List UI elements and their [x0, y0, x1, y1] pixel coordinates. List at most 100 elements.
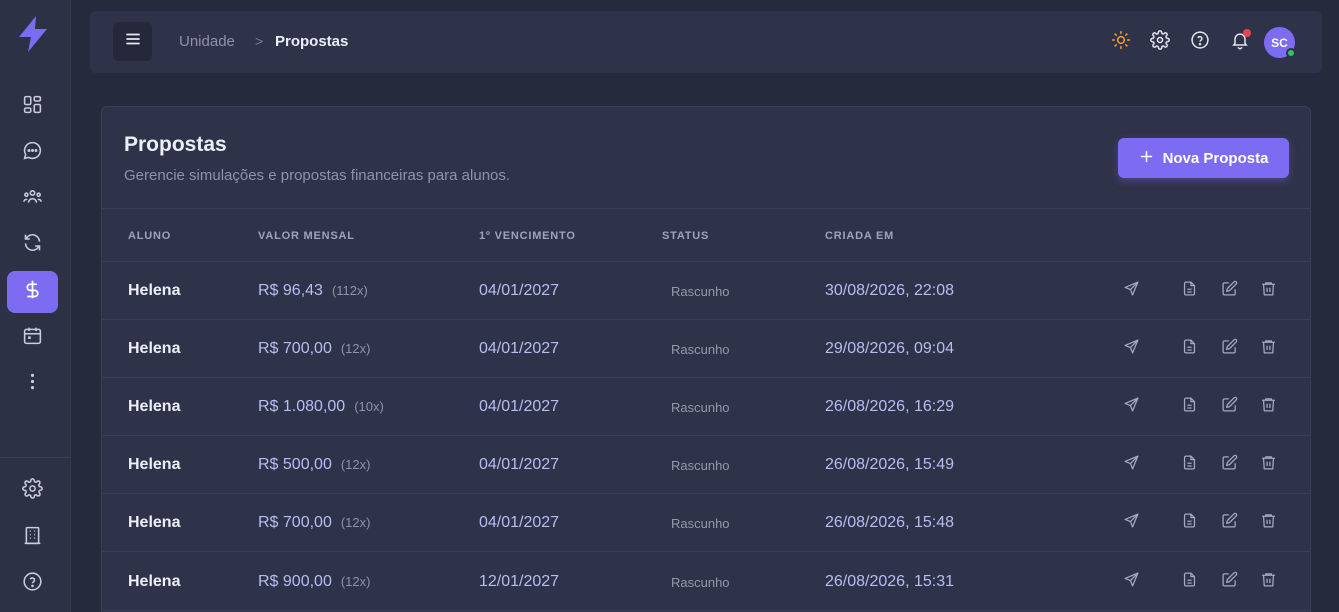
monthly-value: R$ 1.080,00 — [258, 398, 346, 415]
view-document-button[interactable] — [1180, 339, 1198, 358]
student-name: Helena — [128, 340, 181, 357]
table-row[interactable]: Helena R$ 900,00 (12x) 12/01/2027 Rascunho 26… — [102, 553, 1310, 611]
delete-proposal-button[interactable] — [1259, 282, 1277, 300]
send-proposal-button[interactable] — [1122, 397, 1140, 416]
sidebar-item-chat[interactable] — [7, 132, 58, 174]
notifications-button[interactable] — [1229, 29, 1251, 53]
edit-icon — [1221, 396, 1238, 418]
first-due-date: 04/01/2027 — [479, 282, 560, 299]
column-header-status[interactable]: STATUS — [662, 230, 709, 242]
edit-proposal-button[interactable] — [1220, 396, 1238, 418]
edit-proposal-button[interactable] — [1220, 512, 1238, 532]
sidebar-item-calendar[interactable] — [7, 317, 58, 359]
view-document-button[interactable] — [1180, 281, 1198, 300]
created-at: 26/08/2026, 16:29 — [825, 398, 955, 415]
edit-icon — [1221, 571, 1238, 593]
edit-icon — [1221, 280, 1238, 302]
edit-proposal-button[interactable] — [1220, 454, 1238, 474]
table-row[interactable]: Helena R$ 500,00 (12x) 04/01/2027 Rascunho 26… — [102, 436, 1310, 494]
sidebar-item-dashboard[interactable] — [7, 86, 58, 128]
monthly-value-cell: R$ 900,00 (12x) — [258, 573, 370, 591]
notification-dot — [1243, 29, 1251, 37]
breadcrumb-separator: > — [255, 33, 264, 49]
column-header-criada-em[interactable]: CRIADA EM — [825, 230, 894, 242]
trash-icon — [1260, 454, 1277, 476]
monthly-value: R$ 700,00 — [258, 340, 332, 357]
edit-proposal-button[interactable] — [1220, 338, 1238, 360]
view-document-button[interactable] — [1180, 571, 1198, 593]
monthly-value-cell: R$ 1.080,00 (10x) — [258, 398, 384, 416]
send-proposal-button[interactable] — [1122, 281, 1140, 300]
created-at: 26/08/2026, 15:31 — [825, 573, 955, 590]
sidebar-item-settings[interactable] — [7, 470, 58, 512]
hamburger-icon — [124, 30, 142, 53]
student-name: Helena — [128, 282, 181, 299]
send-proposal-button[interactable] — [1122, 455, 1140, 474]
table-row[interactable]: Helena R$ 700,00 (12x) 04/01/2027 Rascunho 29… — [102, 320, 1310, 378]
monthly-value-cell: R$ 96,43 (112x) — [258, 282, 368, 300]
status-badge: Rascunho — [671, 284, 730, 299]
sidebar-item-users[interactable] — [7, 178, 58, 220]
sidebar-item-finance[interactable] — [7, 271, 58, 313]
chat-icon — [22, 140, 43, 166]
document-icon — [1181, 396, 1198, 418]
monthly-value: R$ 700,00 — [258, 514, 332, 531]
status-badge: Rascunho — [671, 575, 730, 590]
column-header-aluno[interactable]: ALUNO — [128, 230, 171, 242]
delete-proposal-button[interactable] — [1259, 398, 1277, 416]
first-due-date: 04/01/2027 — [479, 514, 560, 531]
delete-proposal-button[interactable] — [1259, 340, 1277, 358]
table-row[interactable]: Helena R$ 96,43 (112x) 04/01/2027 Rascunho 30… — [102, 262, 1310, 320]
installments-count: (12x) — [340, 515, 371, 530]
edit-proposal-button[interactable] — [1220, 571, 1238, 593]
sidebar-item-building[interactable] — [7, 517, 58, 559]
sidebar — [0, 0, 71, 612]
trash-icon — [1260, 512, 1277, 534]
first-due-date: 12/01/2027 — [479, 573, 560, 590]
theme-toggle-button[interactable] — [1110, 30, 1132, 53]
help-button[interactable] — [1189, 30, 1211, 55]
monthly-value: R$ 96,43 — [258, 282, 323, 299]
column-header-vencimento[interactable]: 1º VENCIMENTO — [479, 230, 576, 242]
column-header-valor-mensal[interactable]: VALOR MENSAL — [258, 230, 355, 242]
trash-icon — [1260, 338, 1277, 360]
delete-proposal-button[interactable] — [1259, 456, 1277, 474]
send-proposal-button[interactable] — [1122, 571, 1140, 593]
gear-icon — [1150, 29, 1170, 55]
monthly-value-cell: R$ 700,00 (12x) — [258, 514, 370, 532]
dashboard-icon — [22, 94, 43, 120]
installments-count: (10x) — [354, 399, 384, 414]
calendar-icon — [22, 325, 43, 351]
table-row[interactable]: Helena R$ 700,00 (12x) 04/01/2027 Rascunho 26… — [102, 494, 1310, 552]
document-icon — [1181, 512, 1198, 534]
plus-icon — [1139, 149, 1154, 168]
view-document-button[interactable] — [1180, 396, 1198, 418]
document-icon — [1181, 571, 1198, 593]
table-row[interactable]: Helena R$ 1.080,00 (10x) 04/01/2027 Rascunho… — [102, 378, 1310, 436]
delete-proposal-button[interactable] — [1259, 573, 1277, 591]
lightning-bolt-icon[interactable] — [16, 15, 50, 53]
settings-button[interactable] — [1149, 29, 1171, 55]
breadcrumb-parent[interactable]: Unidade — [179, 33, 235, 50]
help-icon — [1190, 30, 1210, 55]
view-document-button[interactable] — [1180, 455, 1198, 474]
page-title: Propostas — [124, 133, 227, 156]
sidebar-item-sync[interactable] — [7, 224, 58, 266]
delete-proposal-button[interactable] — [1259, 514, 1277, 532]
help-icon — [22, 571, 43, 597]
send-icon — [1123, 571, 1140, 593]
send-proposal-button[interactable] — [1122, 339, 1140, 358]
student-name: Helena — [128, 398, 181, 415]
view-document-button[interactable] — [1180, 512, 1198, 534]
edit-icon — [1221, 338, 1238, 360]
sidebar-item-help[interactable] — [7, 563, 58, 605]
status-badge: Rascunho — [671, 458, 730, 473]
menu-toggle-button[interactable] — [113, 22, 152, 61]
page-subtitle: Gerencie simulações e propostas financei… — [124, 167, 511, 184]
send-proposal-button[interactable] — [1122, 513, 1140, 532]
edit-proposal-button[interactable] — [1220, 280, 1238, 302]
sidebar-item-more[interactable] — [7, 363, 58, 405]
installments-count: (112x) — [331, 283, 368, 298]
trash-icon — [1260, 396, 1277, 418]
new-proposal-button[interactable]: Nova Proposta — [1118, 138, 1289, 178]
